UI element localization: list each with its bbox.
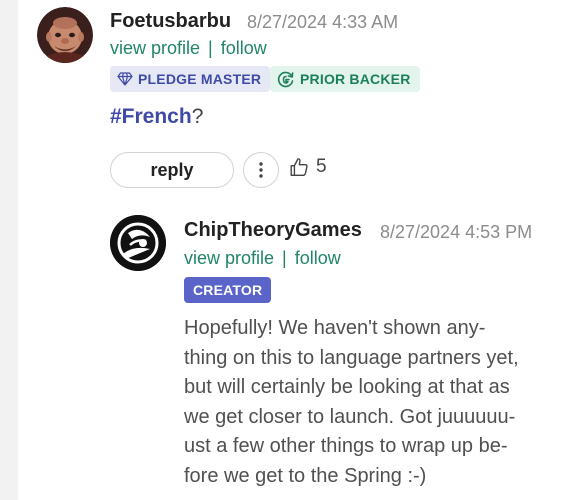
- link-separator: |: [282, 248, 287, 268]
- comment-thread: Foetusbarbu 8/27/2024 4:33 AM view profi…: [18, 0, 587, 500]
- reply-button[interactable]: reply: [110, 152, 234, 188]
- profile-links: view profile | follow: [184, 248, 341, 269]
- like-count: 5: [316, 156, 327, 177]
- comment-body: Hopefully! We haven't shown any- thing o…: [184, 314, 564, 491]
- more-vertical-icon: [259, 162, 263, 178]
- comment-text-line: we get closer to launch. Got juuuuuu-: [184, 405, 516, 428]
- view-profile-link[interactable]: view profile: [110, 38, 200, 58]
- thumbs-up-icon: [290, 158, 308, 176]
- badge-label: PLEDGE MASTER: [138, 71, 262, 87]
- view-profile-link[interactable]: view profile: [184, 248, 274, 268]
- comment-text-line: ust a few other things to wrap up be-: [184, 435, 508, 457]
- comment-timestamp: 8/27/2024 4:53 PM: [380, 222, 533, 242]
- comment-text-line: thing on this to language partners yet,: [184, 346, 519, 369]
- like-button[interactable]: 5: [288, 156, 327, 178]
- comment-author[interactable]: ChipTheoryGames: [184, 219, 362, 242]
- profile-links: view profile | follow: [110, 38, 267, 59]
- refresh-g-icon: [277, 71, 294, 88]
- pledge-master-badge: PLEDGE MASTER: [110, 66, 271, 92]
- creator-badge: CREATOR: [184, 277, 272, 303]
- badge-label: CREATOR: [193, 282, 263, 298]
- comment-timestamp: 8/27/2024 4:33 AM: [247, 12, 399, 32]
- chip-theory-logo-icon: [110, 215, 166, 271]
- comment-text-line: Hopefully! We haven't shown any-: [184, 317, 486, 339]
- avatar[interactable]: [110, 215, 166, 271]
- comment-text-line: but will certainly be looking at that as: [184, 376, 510, 398]
- comment-author[interactable]: Foetusbarbu: [110, 10, 231, 33]
- diamond-icon: [117, 72, 133, 86]
- prior-backer-badge: PRIOR BACKER: [270, 66, 420, 92]
- avatar[interactable]: [37, 7, 93, 63]
- badge-label: PRIOR BACKER: [300, 71, 411, 87]
- reply-button-label: reply: [150, 159, 194, 180]
- more-options-button[interactable]: [243, 152, 279, 188]
- comment-body: #French?: [110, 105, 203, 129]
- follow-link[interactable]: follow: [295, 248, 341, 268]
- hashtag-link[interactable]: #French: [110, 105, 192, 128]
- follow-link[interactable]: follow: [221, 38, 267, 58]
- link-separator: |: [208, 38, 213, 58]
- comment-text: ?: [191, 105, 204, 128]
- comment-text-line: fore we get to the Spring :-): [184, 464, 427, 487]
- avatar-image: [37, 7, 93, 63]
